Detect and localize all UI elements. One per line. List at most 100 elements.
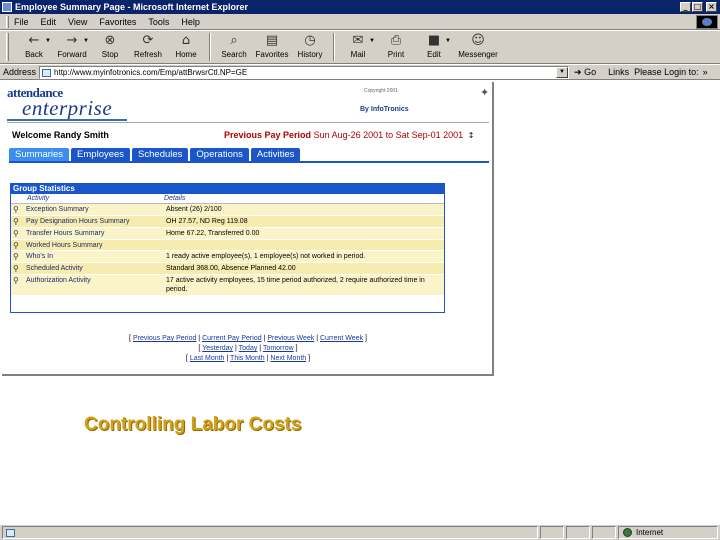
address-dropdown-icon[interactable]: ▼ [556,66,569,78]
link-yesterday[interactable]: Yesterday [202,345,233,352]
go-button[interactable]: ➜ Go [574,67,596,78]
table-row[interactable]: ⚲ Exception Summary Absent (26) 2/100 [11,204,444,216]
links-login-item[interactable]: Please Login to: [634,67,699,77]
activity-cell[interactable]: Exception Summary [26,205,89,214]
messenger-button[interactable]: ☺ Messenger [453,31,503,63]
stop-button[interactable]: ⊗ Stop [91,31,129,63]
mail-dropdown-icon[interactable]: ▼ [369,38,375,44]
mail-button[interactable]: ✉ Mail ▼ [339,31,377,63]
magnifier-icon[interactable]: ⚲ [13,276,23,285]
minimize-button[interactable]: _ [680,2,691,12]
search-button[interactable]: ⌕ Search [215,31,253,63]
maximize-button[interactable]: □ [692,2,703,12]
table-row[interactable]: ⚲ Who's In 1 ready active employee(s), 1 … [11,251,444,263]
activity-cell[interactable]: Worked Hours Summary [26,241,103,250]
back-dropdown-icon[interactable]: ▼ [45,38,51,44]
page-loaded-icon [6,528,15,537]
mail-label: Mail [350,50,366,59]
header-divider [7,122,489,123]
messenger-label: Messenger [458,50,498,59]
period-navigation: [ Previous Pay Period | Current Pay Peri… [2,334,492,364]
tab-activities[interactable]: Activities [250,148,301,161]
edit-dropdown-icon[interactable]: ▼ [445,38,451,44]
nav-row-periods: [ Previous Pay Period | Current Pay Peri… [129,335,367,342]
toolbar-separator [333,33,335,61]
details-cell [164,240,444,250]
search-label: Search [221,50,247,59]
magnifier-icon[interactable]: ⚲ [13,229,23,238]
table-row[interactable]: ⚲ Scheduled Activity Standard 368.00, Abs… [11,263,444,275]
refresh-button[interactable]: ⟳ Refresh [129,31,167,63]
links-more-chevron-icon[interactable]: » [703,67,708,77]
activity-cell[interactable]: Authorization Activity [26,276,91,285]
favorites-icon: ▤ [265,33,279,48]
pay-period-value: Sun Aug-26 2001 to Sat Sep-01 2001 [313,130,464,140]
forward-arrow-icon: → [66,33,78,48]
table-row[interactable]: ⚲ Worked Hours Summary [11,240,444,251]
panel-title: Group Statistics [11,184,444,194]
pay-period-arrows-icon[interactable]: ↕ [468,131,475,140]
menu-favorites[interactable]: Favorites [99,17,136,27]
activity-cell[interactable]: Who's In [26,252,53,261]
refresh-icon: ⟳ [142,33,154,48]
link-current-pay-period[interactable]: Current Pay Period [202,335,262,342]
menu-view[interactable]: View [68,17,87,27]
internet-globe-icon [623,528,632,537]
tab-schedules[interactable]: Schedules [132,148,189,161]
magnifier-icon[interactable]: ⚲ [13,252,23,261]
link-today[interactable]: Today [239,345,258,352]
table-row[interactable]: ⚲ Transfer Hours Summary Home 67.22, Tran… [11,228,444,240]
windows-logo-icon [696,15,718,29]
stop-icon: ⊗ [104,33,116,48]
link-next-month[interactable]: Next Month [270,355,306,362]
magnifier-icon[interactable]: ⚲ [13,205,23,214]
edit-button[interactable]: ■ Edit ▼ [415,31,453,63]
menu-help[interactable]: Help [181,17,200,27]
tab-summaries[interactable]: Summaries [9,148,70,161]
magnifier-icon[interactable]: ⚲ [13,264,23,273]
welcome-text: Welcome Randy Smith [12,130,109,140]
details-cell: Home 67.22, Transferred 0.00 [166,230,260,237]
sparkle-icon: ✦ [480,86,490,99]
magnifier-icon[interactable]: ⚲ [13,217,23,226]
ie-app-icon [2,2,12,12]
history-icon: ◷ [304,33,316,48]
print-button[interactable]: ⎙ Print [377,31,415,63]
address-input[interactable]: http://www.myinfotronics.com/Emp/attBrws… [39,65,570,79]
main-tabs: Summaries Employees Schedules Operations… [9,148,489,163]
table-row[interactable]: ⚲ Pay Designation Hours Summary OH 27.57,… [11,216,444,228]
menu-edit[interactable]: Edit [41,17,57,27]
tab-employees[interactable]: Employees [71,148,131,161]
link-tomorrow[interactable]: Tomorrow [263,345,294,352]
details-cell: 1 ready active employee(s), 1 employee(s… [166,253,366,260]
menu-grip [6,15,9,28]
by-infotronics: By InfoTronics [360,106,409,113]
back-button[interactable]: ← Back ▼ [15,31,53,63]
link-previous-pay-period[interactable]: Previous Pay Period [133,335,196,342]
menu-tools[interactable]: Tools [148,17,169,27]
activity-cell[interactable]: Transfer Hours Summary [26,229,104,238]
history-button[interactable]: ◷ History [291,31,329,63]
favorites-button[interactable]: ▤ Favorites [253,31,291,63]
menu-bar: File Edit View Favorites Tools Help [0,14,720,30]
links-button[interactable]: Links [608,67,629,77]
table-row[interactable]: ⚲ Authorization Activity 17 active activi… [11,275,444,296]
magnifier-icon[interactable]: ⚲ [13,241,23,250]
activity-cell[interactable]: Pay Designation Hours Summary [26,217,130,226]
forward-button[interactable]: → Forward ▼ [53,31,91,63]
address-url: http://www.myinfotronics.com/Emp/attBrws… [54,67,248,77]
link-previous-week[interactable]: Previous Week [267,335,314,342]
link-last-month[interactable]: Last Month [190,355,225,362]
pay-period-label: Previous Pay Period [224,130,312,140]
link-this-month[interactable]: This Month [230,355,265,362]
history-label: History [297,50,323,59]
logo-underline [7,119,127,121]
menu-file[interactable]: File [14,17,29,27]
toolbar-separator [209,33,211,61]
tab-operations[interactable]: Operations [190,148,249,161]
link-current-week[interactable]: Current Week [320,335,363,342]
close-button[interactable]: × [706,2,717,12]
activity-cell[interactable]: Scheduled Activity [26,264,83,273]
home-button[interactable]: ⌂ Home [167,31,205,63]
forward-dropdown-icon[interactable]: ▼ [83,38,89,44]
